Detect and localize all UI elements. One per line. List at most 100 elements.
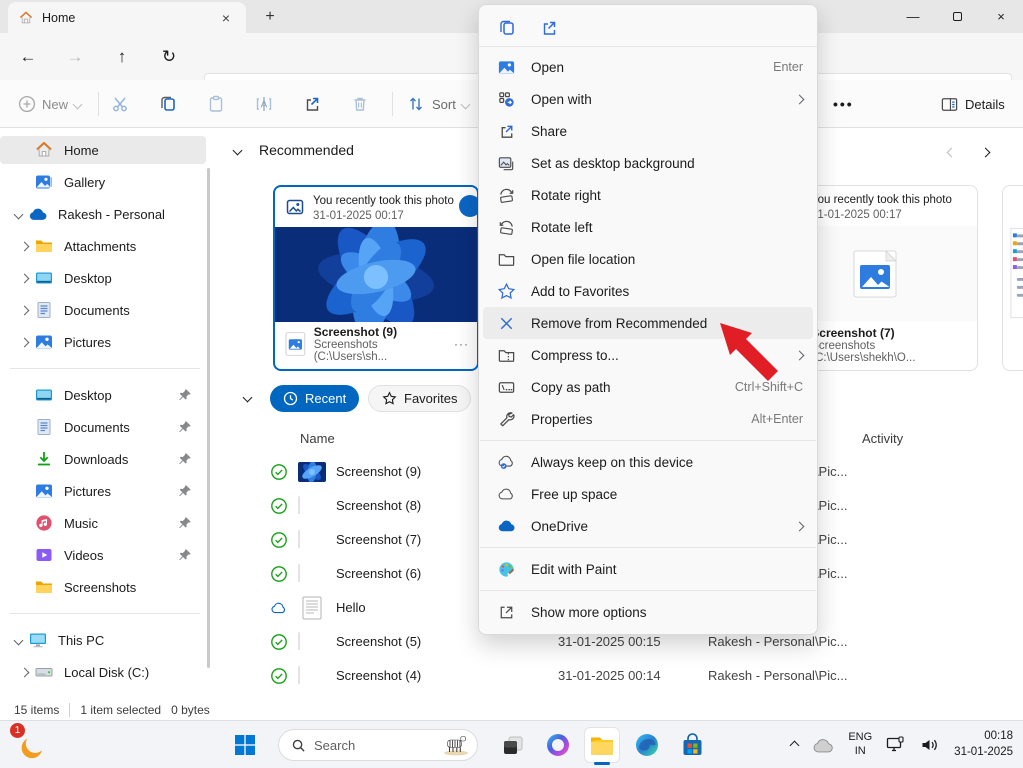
chevron-right-icon[interactable] xyxy=(14,275,34,282)
menu-item-properties[interactable]: Properties Alt+Enter xyxy=(483,403,813,435)
delete-button[interactable] xyxy=(350,90,370,118)
sidebar-item-this-pc[interactable]: This PC xyxy=(0,626,206,654)
menu-item-rotate-left[interactable]: Rotate left xyxy=(483,211,813,243)
sidebar-item-downloads[interactable]: Downloads xyxy=(0,445,206,473)
recommended-next-button[interactable] xyxy=(974,141,996,163)
onedrive-tray-icon[interactable] xyxy=(812,738,834,753)
menu-item-open-file-location[interactable]: Open file location xyxy=(483,243,813,275)
volume-icon[interactable] xyxy=(920,737,940,753)
divider xyxy=(480,547,816,548)
edge-button[interactable] xyxy=(630,728,664,762)
chevron-right-icon[interactable] xyxy=(14,339,34,346)
tab-recent[interactable]: Recent xyxy=(270,385,359,412)
chevron-right-icon[interactable] xyxy=(14,243,34,250)
sidebar-item-pictures-pinned[interactable]: Pictures xyxy=(0,477,206,505)
tab-close-icon[interactable]: × xyxy=(216,8,236,28)
tray-expand-icon[interactable] xyxy=(790,740,800,750)
divider xyxy=(69,703,70,717)
store-button[interactable] xyxy=(675,728,709,762)
menu-item-open-with[interactable]: Open with xyxy=(483,83,813,115)
divider xyxy=(98,92,99,116)
copilot-button[interactable] xyxy=(541,728,575,762)
menu-item-add-to-favorites[interactable]: Add to Favorites xyxy=(483,275,813,307)
rename-button[interactable]: A xyxy=(254,90,274,118)
recommended-prev-button[interactable] xyxy=(940,141,962,163)
recommended-card-screenshot-9[interactable]: You recently took this photo 31-01-2025 … xyxy=(273,185,479,371)
menu-item-share[interactable]: Share xyxy=(483,115,813,147)
sidebar-item-onedrive-personal[interactable]: Rakesh - Personal xyxy=(0,200,206,228)
menu-item-set-as-desktop-background[interactable]: Set as desktop background xyxy=(483,147,813,179)
network-icon[interactable] xyxy=(886,736,906,754)
notification-badge: 1 xyxy=(10,723,25,738)
menu-item-always-keep-on-device[interactable]: Always keep on this device xyxy=(483,446,813,478)
sidebar-item-desktop[interactable]: Desktop xyxy=(0,264,206,292)
new-tab-button[interactable]: + xyxy=(258,5,282,29)
sidebar-item-documents[interactable]: Documents xyxy=(0,296,206,324)
zip-folder-icon xyxy=(497,346,516,365)
refresh-button[interactable]: ↻ xyxy=(153,41,185,73)
sidebar-item-desktop-pinned[interactable]: Desktop xyxy=(0,381,206,409)
file-row-screenshot-4[interactable]: Screenshot (4) 31-01-2025 00:14 Rakesh -… xyxy=(212,659,1023,693)
sidebar-scrollbar[interactable] xyxy=(207,168,210,668)
menu-item-edit-with-paint[interactable]: Edit with Paint xyxy=(483,553,813,585)
new-button[interactable]: New xyxy=(18,90,81,118)
copy-button[interactable] xyxy=(158,90,178,118)
pin-icon xyxy=(178,452,192,466)
column-header-activity[interactable]: Activity xyxy=(862,431,903,446)
cut-button[interactable] xyxy=(110,90,130,118)
sidebar-item-videos[interactable]: Videos xyxy=(0,541,206,569)
clock[interactable]: 00:18 31-01-2025 xyxy=(954,729,1013,760)
paste-button[interactable] xyxy=(206,90,226,118)
sidebar-item-attachments[interactable]: Attachments xyxy=(0,232,206,260)
chevron-right-icon[interactable] xyxy=(14,669,34,676)
menu-item-show-more-options[interactable]: Show more options xyxy=(483,596,813,628)
sidebar-item-local-disk-c[interactable]: Local Disk (C:) xyxy=(0,658,206,686)
maximize-button[interactable] xyxy=(935,0,979,33)
details-button[interactable]: Details xyxy=(940,90,1005,118)
menu-item-rotate-right[interactable]: Rotate right xyxy=(483,179,813,211)
more-options-icon xyxy=(497,603,516,622)
taskbar-app-notification[interactable]: 1 xyxy=(14,728,48,762)
card-more-button[interactable]: ··· xyxy=(454,337,469,351)
menu-item-onedrive[interactable]: OneDrive xyxy=(483,510,813,542)
taskbar-search[interactable]: Search xyxy=(278,729,478,761)
card-mini-screenshot xyxy=(1003,226,1023,321)
sidebar-item-documents-pinned[interactable]: Documents xyxy=(0,413,206,441)
home-icon xyxy=(18,10,34,26)
column-header-name[interactable]: Name xyxy=(300,431,335,446)
task-view-button[interactable] xyxy=(496,728,530,762)
sidebar-item-music[interactable]: Music xyxy=(0,509,206,537)
status-bar: 15 items 1 item selected 0 bytes xyxy=(0,700,1023,720)
up-button[interactable]: ↑ xyxy=(106,41,138,73)
collapse-recommended-icon[interactable] xyxy=(233,145,243,155)
pin-icon xyxy=(178,516,192,530)
copy-icon[interactable] xyxy=(497,18,517,38)
submenu-chevron-icon xyxy=(795,350,805,360)
sidebar-item-screenshots[interactable]: Screenshots xyxy=(0,573,206,601)
cloud-check-icon xyxy=(497,453,516,472)
recommended-card-clipped[interactable] xyxy=(1002,185,1023,371)
chevron-down-icon[interactable] xyxy=(8,211,28,218)
chevron-down-icon[interactable] xyxy=(8,637,28,644)
forward-button[interactable]: → xyxy=(59,41,91,73)
share-button[interactable] xyxy=(302,90,322,118)
sidebar-item-pictures[interactable]: Pictures xyxy=(0,328,206,356)
share-icon[interactable] xyxy=(539,18,559,38)
tab-favorites[interactable]: Favorites xyxy=(368,385,471,412)
tab-home[interactable]: Home × xyxy=(8,2,246,33)
collapse-recent-icon[interactable] xyxy=(243,393,253,403)
file-explorer-button[interactable] xyxy=(585,728,619,762)
sidebar-item-gallery[interactable]: Gallery xyxy=(0,168,206,196)
menu-item-free-up-space[interactable]: Free up space xyxy=(483,478,813,510)
sidebar-item-home[interactable]: Home xyxy=(0,136,206,164)
chevron-right-icon[interactable] xyxy=(14,307,34,314)
minimize-button[interactable]: — xyxy=(891,0,935,33)
close-button[interactable]: × xyxy=(979,0,1023,33)
sort-button[interactable]: Sort xyxy=(406,90,469,118)
language-indicator[interactable]: ENG IN xyxy=(848,731,872,759)
folder-outline-icon xyxy=(497,250,516,269)
start-button[interactable] xyxy=(228,728,262,762)
see-more-button[interactable]: ••• xyxy=(833,90,854,118)
menu-item-open[interactable]: Open Enter xyxy=(483,51,813,83)
back-button[interactable]: ← xyxy=(12,41,44,73)
